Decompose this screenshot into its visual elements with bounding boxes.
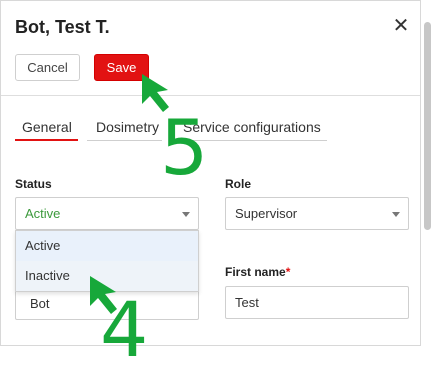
tab-underline-dosimetry [87,140,162,141]
first-name-label-text: First name [225,265,286,279]
first-name-value: Test [235,295,259,310]
tab-general[interactable]: General [22,119,72,135]
required-mark: * [285,265,291,279]
status-label: Status [15,177,52,191]
first-name-label: First name* [225,265,290,279]
role-value: Supervisor [235,206,298,221]
caret-up-icon [182,212,190,217]
annotation-step-4: 4 [100,285,149,374]
status-value: Active [25,206,61,221]
first-name-field[interactable]: Test [225,286,409,319]
header-divider [1,95,420,96]
close-icon[interactable]: ✕ [390,15,412,37]
status-option-active[interactable]: Active [16,231,198,261]
annotation-step-5: 5 [160,103,209,192]
chevron-down-icon [392,212,400,217]
user-dialog: Bot, Test T. ✕ Cancel Save General Dosim… [0,0,421,346]
status-select[interactable]: Active [15,197,199,230]
active-tab-indicator [15,139,78,141]
role-select[interactable]: Supervisor [225,197,409,230]
dialog-title: Bot, Test T. [15,17,110,37]
last-name-value: Bot [30,296,50,311]
tab-dosimetry[interactable]: Dosimetry [96,119,159,135]
role-label: Role [225,177,252,191]
cancel-button[interactable]: Cancel [15,54,80,81]
dialog-scrollbar[interactable] [424,22,431,230]
